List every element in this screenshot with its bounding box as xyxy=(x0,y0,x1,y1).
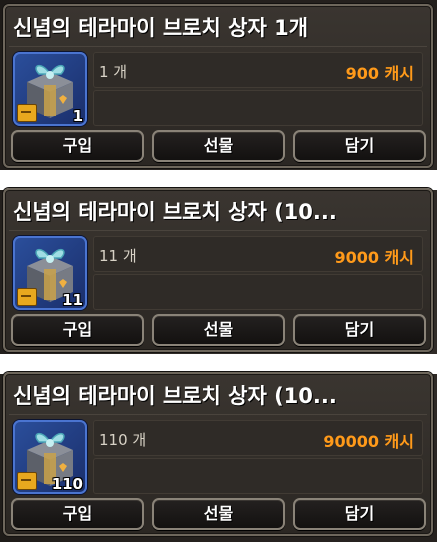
divider xyxy=(9,230,427,231)
quantity-badge: 110 xyxy=(51,475,83,493)
bound-icon xyxy=(17,288,37,306)
divider xyxy=(9,414,427,415)
item-title: 신념의 테라마이 브로치 상자 (10... xyxy=(13,384,337,408)
separator xyxy=(0,354,437,374)
gift-button[interactable]: 선물 xyxy=(152,130,285,162)
action-buttons: 구입 선물 담기 xyxy=(11,130,426,162)
item-icon[interactable]: 1 xyxy=(13,52,87,126)
item-icon[interactable]: 11 xyxy=(13,236,87,310)
item-price: 90000 캐시 xyxy=(323,432,414,451)
buy-button[interactable]: 구입 xyxy=(11,314,144,346)
add-to-cart-button[interactable]: 담기 xyxy=(293,130,426,162)
item-icon[interactable]: 110 xyxy=(13,420,87,494)
gift-button[interactable]: 선물 xyxy=(152,314,285,346)
action-buttons: 구입 선물 담기 xyxy=(11,314,426,346)
item-info-row: 1 개 900 캐시 xyxy=(93,52,423,88)
shop-item-list: 신념의 테라마이 브로치 상자 1개 1 1 개 900 캐시 구입 선물 담기… xyxy=(0,0,437,542)
buy-button[interactable]: 구입 xyxy=(11,130,144,162)
divider xyxy=(9,46,427,47)
shop-item-card: 신념의 테라마이 브로치 상자 (10... 11 11 개 9000 캐시 구… xyxy=(3,188,433,352)
item-title: 신념의 테라마이 브로치 상자 (10... xyxy=(13,200,337,224)
buy-button[interactable]: 구입 xyxy=(11,498,144,530)
item-price: 900 캐시 xyxy=(345,64,414,83)
shop-item-card: 신념의 테라마이 브로치 상자 1개 1 1 개 900 캐시 구입 선물 담기 xyxy=(3,4,433,168)
item-count: 11 개 xyxy=(99,247,137,265)
item-price: 9000 캐시 xyxy=(334,248,414,267)
separator xyxy=(0,170,437,190)
shop-item-card: 신념의 테라마이 브로치 상자 (10... 110 110 개 90000 캐… xyxy=(3,372,433,536)
item-info-row: 110 개 90000 캐시 xyxy=(93,420,423,456)
item-info-row: 11 개 9000 캐시 xyxy=(93,236,423,272)
item-description-row xyxy=(93,90,423,126)
bound-icon xyxy=(17,104,37,122)
quantity-badge: 1 xyxy=(72,107,83,125)
item-description-row xyxy=(93,458,423,494)
quantity-badge: 11 xyxy=(62,291,83,309)
item-count: 110 개 xyxy=(99,431,147,449)
add-to-cart-button[interactable]: 담기 xyxy=(293,498,426,530)
item-description-row xyxy=(93,274,423,310)
add-to-cart-button[interactable]: 담기 xyxy=(293,314,426,346)
item-title: 신념의 테라마이 브로치 상자 1개 xyxy=(13,16,309,40)
item-count: 1 개 xyxy=(99,63,128,81)
gift-button[interactable]: 선물 xyxy=(152,498,285,530)
action-buttons: 구입 선물 담기 xyxy=(11,498,426,530)
bound-icon xyxy=(17,472,37,490)
